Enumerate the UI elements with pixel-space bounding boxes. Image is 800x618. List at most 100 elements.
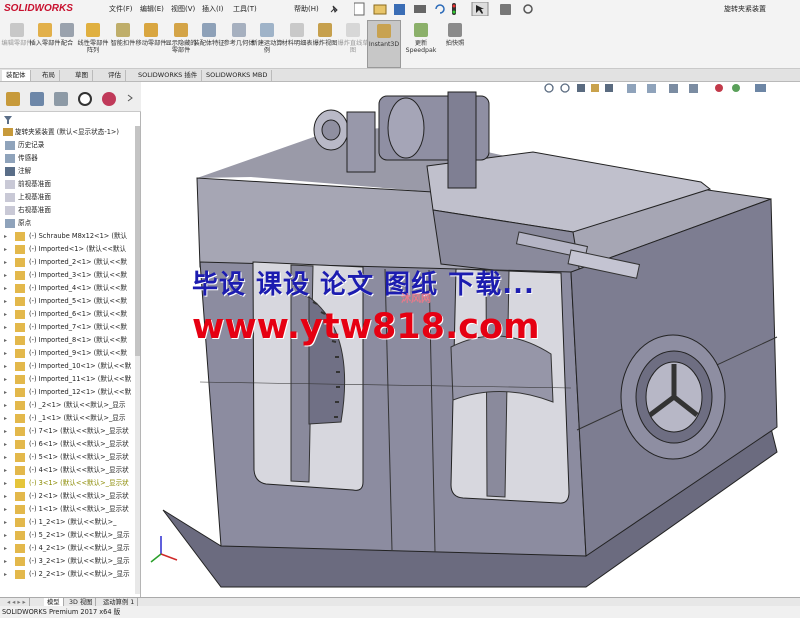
chevron-right-icon[interactable]: ▸ — [4, 321, 7, 334]
tree-root[interactable]: 旋转夹紧装置 (默认<显示状态-1>) — [1, 126, 135, 138]
tree-component[interactable]: ▸ (-) Imported_2<1> (默认<<默 — [0, 256, 135, 269]
tree-component[interactable]: ▸ (-) 3<1> (默认<<默认>_显示状 — [0, 477, 135, 490]
tree-component[interactable]: ▸ (-) Imported_9<1> (默认<<默 — [0, 347, 135, 360]
tree-item[interactable]: 上视基准面 — [0, 191, 135, 204]
tree-component[interactable]: ▸ (-) Imported_6<1> (默认<<默 — [0, 308, 135, 321]
chevron-right-icon[interactable]: ▸ — [4, 373, 7, 386]
chevron-right-icon[interactable] — [126, 94, 134, 102]
tree-component[interactable]: ▸ (-) 5<1> (默认<<默认>_显示状 — [0, 451, 135, 464]
update-speedpak-button[interactable]: 更新Speedpak — [404, 20, 438, 68]
chevron-right-icon[interactable]: ▸ — [4, 568, 7, 581]
chevron-right-icon[interactable]: ▸ — [4, 230, 7, 243]
tree-component[interactable]: ▸ (-) 1<1> (默认<<默认>_显示状 — [0, 503, 135, 516]
chevron-right-icon[interactable]: ▸ — [4, 503, 7, 516]
tree-component[interactable]: ▸ (-) Imported<1> (默认<<默认 — [0, 243, 135, 256]
tree-item[interactable]: 历史记录 — [0, 139, 135, 152]
new-motion-study-button[interactable]: 新建运动算例 — [250, 20, 284, 68]
tree-component[interactable]: ▸ (-) 2_2<1> (默认<<默认>_显示 — [0, 568, 135, 581]
menu-view[interactable]: 视图(V) — [171, 4, 195, 14]
tree-component[interactable]: ▸ (-) _1<1> (默认<<默认>_显示 — [0, 412, 135, 425]
tab-assembly[interactable]: 装配体 — [2, 70, 31, 81]
instant3d-button[interactable]: Instant3D — [367, 20, 401, 68]
take-snapshot-button[interactable]: 拍快照 — [438, 20, 472, 68]
display-manager-tab-icon[interactable] — [102, 92, 116, 106]
chevron-right-icon[interactable]: ▸ — [4, 555, 7, 568]
chevron-right-icon[interactable]: ▸ — [4, 451, 7, 464]
tree-item[interactable]: 注解 — [0, 165, 135, 178]
graphics-area[interactable]: 毕设 课设 论文 图纸 下载... 沐风网 www.ytw818.com — [141, 82, 800, 597]
chevron-right-icon[interactable]: ▸ — [4, 464, 7, 477]
tree-item[interactable]: 传感器 — [0, 152, 135, 165]
tree-component[interactable]: ▸ (-) Imported_8<1> (默认<<默 — [0, 334, 135, 347]
menu-tools[interactable]: 工具(T) — [233, 4, 257, 14]
tree-component[interactable]: ▸ (-) 2<1> (默认<<默认>_显示状 — [0, 490, 135, 503]
chevron-right-icon[interactable]: ▸ — [4, 347, 7, 360]
tree-component[interactable]: ▸ (-) Imported_4<1> (默认<<默 — [0, 282, 135, 295]
explode-line-sketch-button[interactable]: 爆炸直线草图 — [336, 20, 370, 68]
tree-scrollbar-thumb[interactable] — [135, 126, 140, 356]
tree-component[interactable]: ▸ (-) Imported_12<1> (默认<<默 — [0, 386, 135, 399]
chevron-right-icon[interactable]: ▸ — [4, 529, 7, 542]
quick-access-toolbar[interactable] — [354, 2, 544, 16]
tree-component[interactable]: ▸ (-) _2<1> (默认<<默认>_显示 — [0, 399, 135, 412]
tree-component[interactable]: ▸ (-) 4<1> (默认<<默认>_显示状 — [0, 464, 135, 477]
chevron-right-icon[interactable]: ▸ — [4, 295, 7, 308]
menu-edit[interactable]: 编辑(E) — [140, 4, 164, 14]
menu-help[interactable]: 帮助(H) — [294, 4, 319, 14]
tree-component[interactable]: ▸ (-) Imported_3<1> (默认<<默 — [0, 269, 135, 282]
tree-component[interactable]: ▸ (-) 3_2<1> (默认<<默认>_显示 — [0, 555, 135, 568]
chevron-right-icon[interactable]: ▸ — [4, 425, 7, 438]
chevron-right-icon[interactable]: ▸ — [4, 243, 7, 256]
pin-icon[interactable] — [328, 3, 340, 15]
configuration-manager-tab-icon[interactable] — [54, 92, 68, 106]
tab-solidworks-addins[interactable]: SOLIDWORKS 插件 — [134, 70, 203, 81]
chevron-right-icon[interactable]: ▸ — [4, 334, 7, 347]
reference-geometry-icon — [232, 23, 246, 37]
tree-component[interactable]: ▸ (-) Schraube M8x12<1> (默认 — [0, 230, 135, 243]
tree-component[interactable]: ▸ (-) 1_2<1> (默认<<默认>_ — [0, 516, 135, 529]
tree-item[interactable]: 右视基准面 — [0, 204, 135, 217]
chevron-right-icon[interactable]: ▸ — [4, 269, 7, 282]
menu-insert[interactable]: 插入(I) — [202, 4, 224, 14]
move-component-button[interactable]: 移动零部件 — [134, 20, 168, 68]
tree-component[interactable]: ▸ (-) 5_2<1> (默认<<默认>_显示 — [0, 529, 135, 542]
chevron-right-icon[interactable]: ▸ — [4, 438, 7, 451]
assembly-features-button[interactable]: 装配体特征 — [192, 20, 226, 68]
chevron-right-icon[interactable]: ▸ — [4, 308, 7, 321]
chevron-right-icon[interactable]: ▸ — [4, 490, 7, 503]
tree-component[interactable]: ▸ (-) Imported_11<1> (默认<<默 — [0, 373, 135, 386]
chevron-right-icon[interactable]: ▸ — [4, 516, 7, 529]
tree-item[interactable]: 原点 — [0, 217, 135, 230]
tree-scrollbar[interactable] — [135, 126, 140, 594]
chevron-right-icon[interactable]: ▸ — [4, 256, 7, 269]
tree-component[interactable]: ▸ (-) Imported_5<1> (默认<<默 — [0, 295, 135, 308]
tree-component[interactable]: ▸ (-) Imported_10<1> (默认<<默 — [0, 360, 135, 373]
tab-layout[interactable]: 布局 — [38, 70, 60, 81]
chevron-right-icon[interactable]: ▸ — [4, 282, 7, 295]
assembly-features-icon — [202, 23, 216, 37]
tab-evaluate[interactable]: 评估 — [104, 70, 126, 81]
linear-pattern-button[interactable]: 线性零部件阵列 — [76, 20, 110, 68]
tree-component[interactable]: ▸ (-) Imported_7<1> (默认<<默 — [0, 321, 135, 334]
tab-solidworks-mbd[interactable]: SOLIDWORKS MBD — [202, 70, 273, 81]
filter-icon[interactable] — [3, 115, 137, 125]
tree-item-label: (-) 3<1> (默认<<默认>_显示状 — [29, 479, 129, 487]
part-icon — [15, 297, 25, 306]
property-manager-tab-icon[interactable] — [30, 92, 44, 106]
tree-component[interactable]: ▸ (-) 4_2<1> (默认<<默认>_显示 — [0, 542, 135, 555]
move-component-icon — [144, 23, 158, 37]
chevron-right-icon[interactable]: ▸ — [4, 386, 7, 399]
chevron-right-icon[interactable]: ▸ — [4, 412, 7, 425]
chevron-right-icon[interactable]: ▸ — [4, 477, 7, 490]
tree-component[interactable]: ▸ (-) 7<1> (默认<<默认>_显示状 — [0, 425, 135, 438]
chevron-right-icon[interactable]: ▸ — [4, 360, 7, 373]
feature-manager-tab-icon[interactable] — [6, 92, 20, 106]
dimxpert-tab-icon[interactable] — [78, 92, 92, 106]
tree-item[interactable]: 前视基准面 — [0, 178, 135, 191]
tree-component[interactable]: ▸ (-) 6<1> (默认<<默认>_显示状 — [0, 438, 135, 451]
chevron-right-icon[interactable]: ▸ — [4, 399, 7, 412]
tab-sketch[interactable]: 草图 — [71, 70, 93, 81]
part-icon — [15, 544, 25, 553]
chevron-right-icon[interactable]: ▸ — [4, 542, 7, 555]
menu-file[interactable]: 文件(F) — [109, 4, 133, 14]
